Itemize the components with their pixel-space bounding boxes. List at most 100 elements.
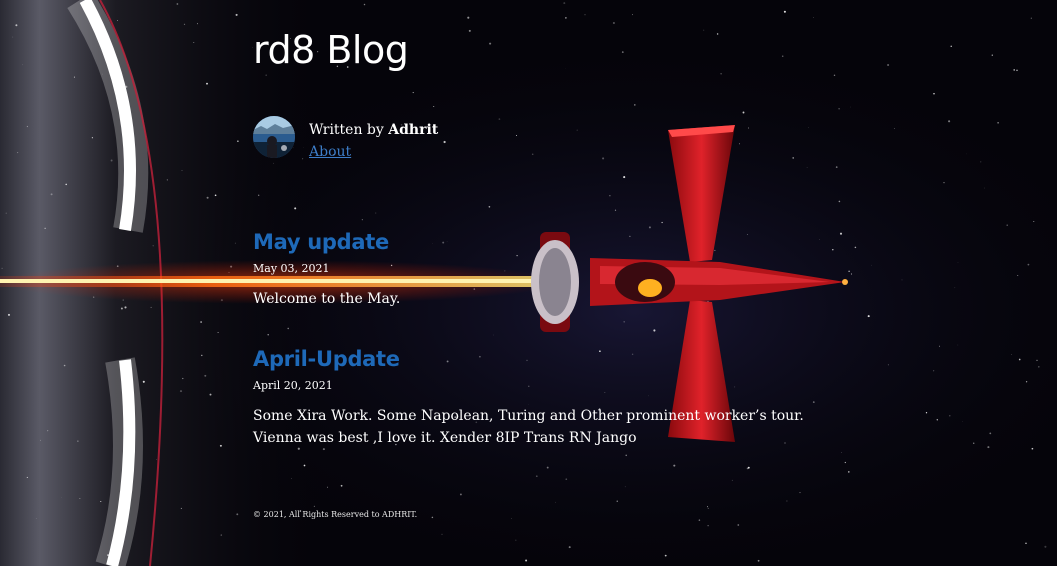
star (1025, 542, 1027, 545)
star (624, 486, 626, 488)
star (835, 166, 838, 168)
star (511, 518, 512, 519)
star (22, 64, 24, 66)
star (193, 42, 195, 43)
star (176, 3, 179, 5)
star (180, 507, 182, 509)
star (555, 501, 556, 503)
star (1006, 224, 1008, 226)
star (200, 321, 202, 323)
star (100, 500, 102, 503)
star (1011, 354, 1012, 355)
star (565, 478, 568, 481)
star (720, 73, 722, 75)
star (77, 440, 79, 442)
star (850, 106, 851, 108)
star (939, 345, 940, 347)
star (954, 287, 956, 289)
profile-photo-icon (253, 116, 295, 158)
star (313, 505, 316, 508)
star (17, 152, 19, 154)
star (933, 370, 935, 372)
post-date: April 20, 2021 (253, 379, 333, 392)
star (812, 401, 815, 403)
star (7, 313, 11, 316)
star (925, 412, 928, 414)
star (716, 33, 719, 35)
star (841, 452, 843, 453)
star (117, 20, 118, 21)
star (217, 331, 219, 334)
star (44, 227, 46, 229)
star (459, 493, 462, 496)
star (236, 513, 239, 516)
star (468, 29, 471, 32)
star (698, 519, 701, 521)
star (1031, 447, 1034, 450)
written-by-label: Written by (309, 122, 389, 138)
star (489, 42, 492, 45)
star (26, 476, 28, 478)
star (948, 120, 951, 123)
star (15, 24, 18, 27)
star (854, 246, 857, 249)
star (1017, 274, 1019, 277)
star (235, 13, 238, 16)
post-title[interactable]: April-Update (253, 347, 813, 371)
post-title[interactable]: May update (253, 230, 813, 254)
star (152, 245, 154, 247)
post-may-update: May update May 03, 2021 Welcome to the M… (253, 230, 813, 324)
star (294, 207, 297, 210)
post-date: May 03, 2021 (253, 262, 330, 275)
star (1044, 545, 1047, 548)
star (748, 127, 750, 129)
star (488, 205, 491, 208)
star (326, 486, 328, 488)
star (584, 14, 586, 16)
star (673, 464, 676, 467)
star (265, 74, 268, 76)
star (201, 354, 203, 357)
star (973, 442, 975, 444)
star (731, 479, 733, 481)
star (361, 219, 363, 221)
star (833, 74, 836, 77)
star (781, 55, 784, 58)
star (433, 105, 435, 108)
star (363, 3, 366, 6)
star (786, 500, 788, 502)
star (73, 76, 75, 78)
star (838, 200, 841, 203)
star (26, 125, 29, 128)
star (707, 506, 708, 508)
star (110, 159, 113, 162)
star (291, 478, 292, 479)
star (219, 444, 222, 447)
star (1038, 366, 1040, 368)
footer: © 2021, All Rights Reserved to ADHRIT. (253, 510, 418, 519)
star (950, 45, 952, 47)
star (214, 194, 217, 197)
star (546, 466, 549, 469)
star (181, 170, 183, 171)
star (738, 143, 741, 145)
site-title[interactable]: rd8 Blog (253, 28, 409, 72)
star (206, 196, 209, 199)
star (1036, 359, 1038, 362)
star (839, 232, 843, 235)
star (901, 279, 903, 281)
star (1018, 358, 1021, 361)
star (987, 446, 990, 449)
star (47, 430, 49, 432)
star (832, 248, 834, 251)
star (182, 377, 184, 380)
star (1016, 69, 1018, 72)
about-link[interactable]: About (309, 144, 351, 160)
star (997, 122, 999, 124)
star (525, 559, 528, 562)
star (412, 92, 414, 94)
star (653, 329, 656, 332)
star (949, 415, 951, 417)
star (431, 516, 434, 519)
star (209, 393, 212, 396)
